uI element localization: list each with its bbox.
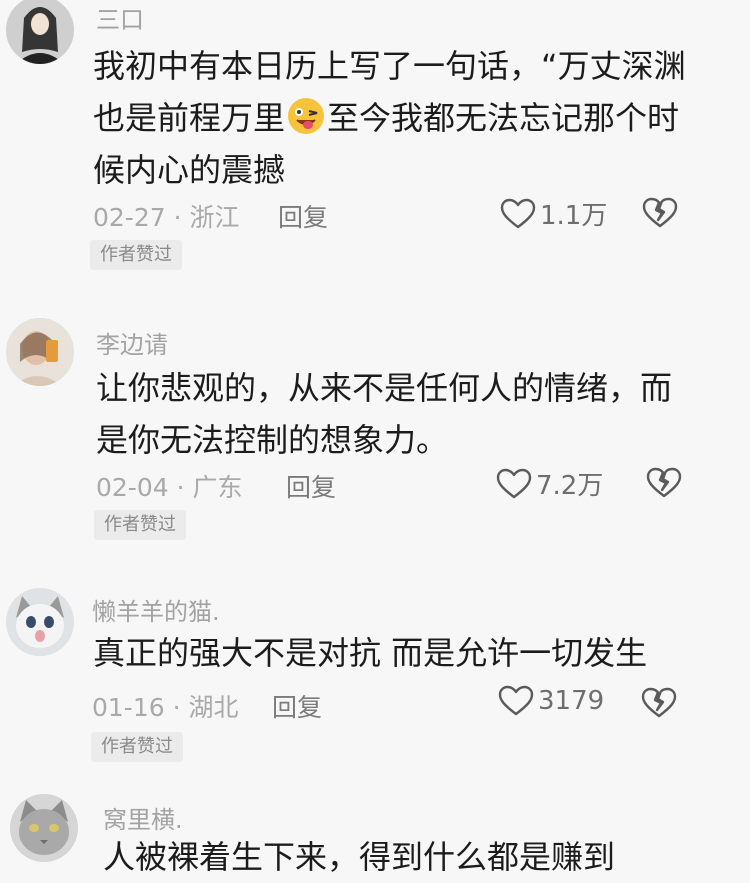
username[interactable]: 窝里横.	[103, 800, 183, 835]
username[interactable]: 懒羊羊的猫.	[92, 592, 220, 627]
reply-button[interactable]: 回复	[286, 468, 336, 504]
comment-text: 让你悲观的，从来不是任何人的情绪，而 是你无法控制的想象力。	[96, 362, 672, 466]
comment-line: 让你悲观的，从来不是任何人的情绪，而	[96, 369, 673, 407]
avatar[interactable]	[6, 588, 74, 656]
comment-line: 也是前程万里 至今我都无法忘记那个时	[93, 92, 686, 144]
comment-meta: 02-04 · 广东	[96, 473, 243, 502]
broken-heart-icon[interactable]	[646, 467, 682, 499]
comment-meta: 01-16 · 湖北	[92, 693, 239, 722]
like-count: 7.2万	[536, 471, 604, 501]
username[interactable]: 李边请	[96, 325, 168, 360]
author-liked-badge: 作者赞过	[90, 240, 182, 270]
comment-text: 我初中有本日历上写了一句话，“万丈深渊 也是前程万里 至今我都无法忘记那个时 候内…	[93, 40, 686, 196]
avatar[interactable]	[6, 0, 74, 64]
comment-line-part: 至今我都无法忘记那个时	[327, 99, 680, 137]
comment-text: 人被裸着生下来，得到什么都是赚到	[103, 831, 615, 883]
author-liked-badge: 作者赞过	[91, 732, 183, 762]
heart-outline-icon	[496, 468, 532, 498]
comment-meta: 02-27 · 浙江	[93, 203, 240, 232]
like-button[interactable]: 7.2万	[496, 465, 603, 502]
author-liked-badge: 作者赞过	[94, 510, 186, 540]
comment-line: 我初中有本日历上写了一句话，“万丈深渊	[93, 47, 686, 85]
broken-heart-icon[interactable]	[641, 687, 677, 719]
username[interactable]: 三口	[96, 0, 144, 35]
heart-outline-icon	[498, 685, 534, 716]
comment-text: 真正的强大不是对抗 而是允许一切发生	[93, 627, 647, 679]
winking-tongue-emoji-icon	[288, 98, 325, 134]
avatar[interactable]	[6, 318, 74, 386]
comment-line: 真正的强大不是对抗 而是允许一切发生	[93, 634, 648, 672]
like-button[interactable]: 3179	[498, 685, 604, 717]
like-button[interactable]: 1.1万	[500, 195, 607, 232]
heart-outline-icon	[500, 198, 536, 228]
comment-line-part: 也是前程万里	[93, 99, 286, 137]
like-count: 1.1万	[540, 201, 608, 231]
comment-line: 是你无法控制的想象力。	[96, 421, 449, 459]
comment-line: 人被裸着生下来，得到什么都是赚到	[103, 838, 616, 876]
comment-line: 候内心的震撼	[93, 151, 286, 189]
reply-button[interactable]: 回复	[278, 198, 328, 234]
avatar[interactable]	[10, 794, 78, 862]
broken-heart-icon[interactable]	[642, 197, 678, 229]
like-count: 3179	[538, 686, 605, 716]
reply-button[interactable]: 回复	[272, 688, 322, 724]
